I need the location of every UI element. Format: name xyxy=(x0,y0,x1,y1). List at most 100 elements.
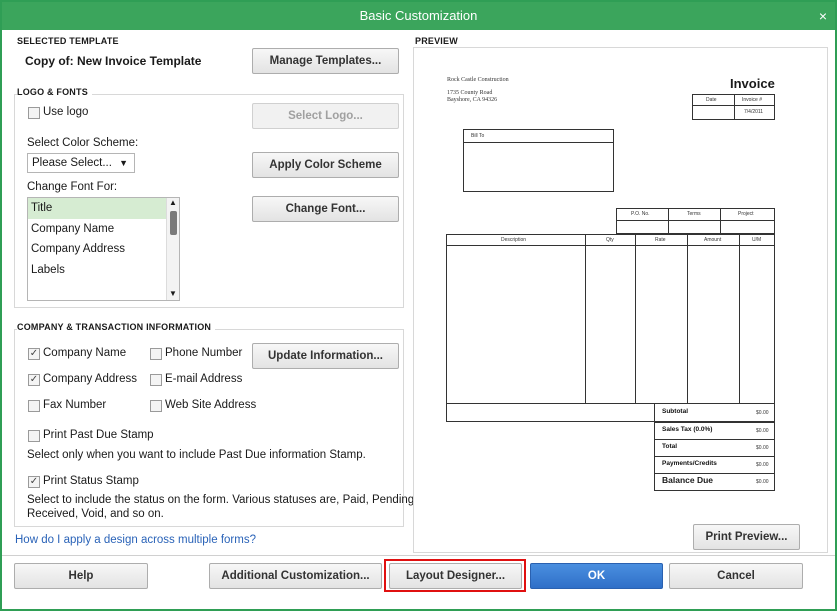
chevron-down-icon: ▼ xyxy=(119,158,128,168)
preview-sales-tax-value: $0.00 xyxy=(756,428,769,434)
layout-designer-highlight xyxy=(384,559,526,592)
preview-subtotal: Subtotal xyxy=(662,408,688,415)
preview-items-table xyxy=(446,234,775,422)
preview-heading: PREVIEW xyxy=(415,36,458,46)
title-bar: Basic Customization × xyxy=(2,2,835,30)
selected-template-heading: SELECTED TEMPLATE xyxy=(17,36,119,46)
phone-number-checkbox[interactable] xyxy=(150,348,162,360)
preview-bill-to-divider xyxy=(463,142,614,143)
use-logo-label: Use logo xyxy=(43,106,89,118)
preview-date-value: 7/4/2011 xyxy=(744,109,764,115)
help-link[interactable]: How do I apply a design across multiple … xyxy=(15,534,256,546)
font-target-list[interactable]: Title Company Name Company Address Label… xyxy=(27,197,180,301)
preview-po-divider xyxy=(616,220,775,221)
status-stamp-label: Print Status Stamp xyxy=(43,475,139,487)
list-item[interactable]: Title xyxy=(28,198,179,219)
preview-col-rate xyxy=(635,234,636,403)
email-address-label: E-mail Address xyxy=(165,373,243,385)
preview-payments-value: $0.00 xyxy=(756,462,769,468)
preview-total: Total xyxy=(662,443,678,450)
preview-po-no: P.O. No. xyxy=(631,211,650,217)
company-address-label: Company Address xyxy=(43,373,137,385)
preview-date-header: Date xyxy=(706,97,717,103)
status-note-line2: Received, Void, and so on. xyxy=(27,508,164,520)
change-font-button[interactable]: Change Font... xyxy=(252,196,399,222)
preview-totals-divider3 xyxy=(654,473,775,474)
update-information-button[interactable]: Update Information... xyxy=(252,343,399,369)
past-due-stamp-checkbox[interactable] xyxy=(28,430,40,442)
preview-address1: 1735 County Road xyxy=(447,90,493,96)
logo-fonts-heading: LOGO & FONTS xyxy=(17,87,92,97)
scroll-up-icon[interactable]: ▲ xyxy=(169,198,177,207)
print-preview-button[interactable]: Print Preview... xyxy=(693,524,800,550)
preview-company: Rock Castle Construction xyxy=(447,77,509,83)
color-scheme-value: Please Select... xyxy=(32,157,112,169)
template-name: Copy of: New Invoice Template xyxy=(25,54,202,68)
preview-col-amount-label: Amount xyxy=(704,237,722,243)
email-address-checkbox[interactable] xyxy=(150,374,162,386)
preview-col-amount xyxy=(687,234,688,403)
color-scheme-label: Select Color Scheme: xyxy=(27,137,139,149)
preview-totals-divider2 xyxy=(654,456,775,457)
list-item[interactable]: Company Address xyxy=(28,239,179,260)
preview-col-rate-label: Rate xyxy=(655,237,666,243)
change-font-label: Change Font For: xyxy=(27,181,118,193)
preview-sales-tax: Sales Tax (0.0%) xyxy=(662,426,713,433)
preview-col-um-label: U/M xyxy=(752,237,762,243)
help-button[interactable]: Help xyxy=(14,563,148,589)
color-scheme-select[interactable]: Please Select... ▼ xyxy=(27,153,135,173)
phone-number-label: Phone Number xyxy=(165,347,243,359)
preview-address2: Bayshore, CA 94326 xyxy=(447,97,498,103)
preview-total-value: $0.00 xyxy=(756,445,769,451)
additional-customization-button[interactable]: Additional Customization... xyxy=(209,563,382,589)
preview-bill-to-box xyxy=(463,129,614,192)
web-site-label: Web Site Address xyxy=(165,399,257,411)
preview-subtotal-divider xyxy=(654,403,655,422)
select-logo-button[interactable]: Select Logo... xyxy=(252,103,399,129)
company-info-heading: COMPANY & TRANSACTION INFORMATION xyxy=(17,322,216,332)
preview-project: Project xyxy=(738,211,754,217)
status-note-line1: Select to include the status on the form… xyxy=(27,494,418,506)
preview-col-description: Description xyxy=(501,237,527,243)
use-logo-checkbox[interactable] xyxy=(28,107,40,119)
preview-balance-due: Balance Due xyxy=(662,475,714,485)
preview-balance-due-value: $0.00 xyxy=(756,479,769,485)
close-icon[interactable]: × xyxy=(819,2,827,30)
list-scrollbar[interactable]: ▲ ▼ xyxy=(166,198,179,300)
window-title: Basic Customization xyxy=(359,8,478,23)
list-item[interactable]: Company Name xyxy=(28,219,179,240)
past-due-note: Select only when you want to include Pas… xyxy=(27,449,366,461)
invoice-preview: Rock Castle Construction 1735 County Roa… xyxy=(413,47,828,553)
preview-po-col2 xyxy=(720,208,721,234)
company-address-checkbox[interactable]: ✓ xyxy=(28,374,40,386)
cancel-button[interactable]: Cancel xyxy=(669,563,803,589)
preview-bill-to: Bill To xyxy=(471,133,485,139)
preview-invoice-no-header: Invoice # xyxy=(742,97,763,103)
preview-col-qty xyxy=(585,234,586,403)
preview-items-bottom-divider xyxy=(446,403,775,404)
company-name-checkbox[interactable]: ✓ xyxy=(28,348,40,360)
company-name-label: Company Name xyxy=(43,347,127,359)
preview-payments: Payments/Credits xyxy=(662,460,717,467)
preview-po-col1 xyxy=(668,208,669,234)
web-site-checkbox[interactable] xyxy=(150,400,162,412)
preview-items-header-divider xyxy=(446,245,775,246)
preview-col-qty-label: Qty xyxy=(606,237,614,243)
preview-col-um xyxy=(739,234,740,403)
preview-totals-divider1 xyxy=(654,439,775,440)
preview-date-box-col xyxy=(734,94,735,120)
ok-button[interactable]: OK xyxy=(530,563,663,589)
basic-customization-window: Basic Customization × SELECTED TEMPLATE … xyxy=(0,0,837,611)
preview-subtotal-value: $0.00 xyxy=(756,410,769,416)
footer-divider xyxy=(2,555,835,556)
scroll-thumb[interactable] xyxy=(170,211,177,235)
preview-doc-title: Invoice xyxy=(730,76,775,91)
apply-color-scheme-button[interactable]: Apply Color Scheme xyxy=(252,152,399,178)
fax-number-checkbox[interactable] xyxy=(28,400,40,412)
fax-number-label: Fax Number xyxy=(43,399,107,411)
preview-terms: Terms xyxy=(687,211,701,217)
status-stamp-checkbox[interactable]: ✓ xyxy=(28,476,40,488)
scroll-down-icon[interactable]: ▼ xyxy=(169,289,177,298)
list-item[interactable]: Labels xyxy=(28,260,179,281)
manage-templates-button[interactable]: Manage Templates... xyxy=(252,48,399,74)
